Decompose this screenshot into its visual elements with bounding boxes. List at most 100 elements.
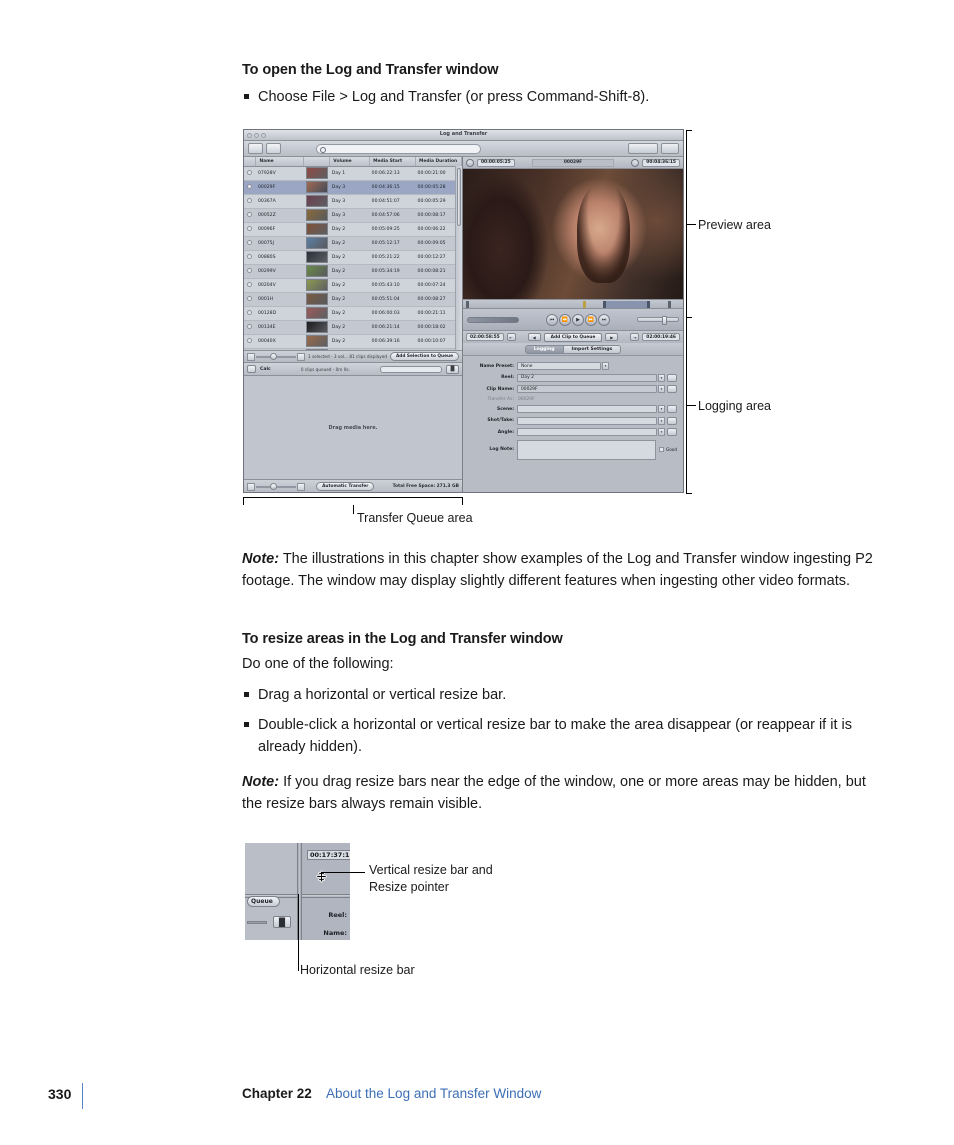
row-checkbox[interactable] bbox=[244, 236, 256, 251]
chevron-down-icon[interactable]: ▾ bbox=[602, 362, 609, 370]
col-media-duration[interactable]: Media Duration bbox=[415, 157, 462, 167]
field-input[interactable]: 00029F bbox=[517, 385, 657, 393]
table-row[interactable]: 07928V Day 1 00:06:22:13 00:00:21:00 bbox=[244, 166, 462, 181]
good-checkbox[interactable] bbox=[658, 447, 664, 452]
col-name[interactable]: Name bbox=[255, 157, 305, 167]
field-action-button[interactable] bbox=[667, 428, 677, 436]
col-volume[interactable]: Volume bbox=[329, 157, 371, 167]
import-icon[interactable] bbox=[248, 143, 263, 154]
row-checkbox[interactable] bbox=[244, 180, 256, 195]
view-mode-segmented[interactable] bbox=[628, 143, 658, 154]
row-checkbox[interactable] bbox=[244, 194, 256, 209]
table-row[interactable]: 00204V Day 2 00:05:43:10 00:00:07:24 bbox=[244, 278, 462, 293]
in-point-timecode[interactable]: 02:00:58:55 bbox=[466, 333, 504, 341]
browser-scrollbar[interactable] bbox=[455, 166, 462, 350]
col-media-start[interactable]: Media Start bbox=[369, 157, 417, 167]
previous-edit-icon[interactable]: ⏮ bbox=[546, 313, 558, 326]
row-checkbox[interactable] bbox=[244, 264, 256, 279]
table-row[interactable]: 00029F Day 3 00:04:36:15 00:00:05:28 bbox=[244, 180, 462, 195]
list-item: Double-click a horizontal or vertical re… bbox=[242, 714, 890, 758]
row-checkbox[interactable] bbox=[244, 320, 256, 335]
eject-icon[interactable] bbox=[266, 143, 281, 154]
row-checkbox[interactable] bbox=[244, 166, 256, 181]
thumbnail-size-slider[interactable] bbox=[247, 352, 305, 361]
table-row[interactable]: 00153ADay 200:06:49:2300:00:04:13 bbox=[244, 348, 462, 350]
row-checkbox[interactable] bbox=[244, 306, 256, 321]
field-label: Transfer As: bbox=[487, 396, 514, 402]
table-row[interactable]: 00299V Day 2 00:05:34:19 00:00:08:21 bbox=[244, 264, 462, 279]
field-action-button[interactable] bbox=[667, 385, 677, 393]
set-out-icon[interactable]: ⇥ bbox=[630, 333, 640, 341]
row-thumbnail bbox=[303, 334, 330, 349]
out-point-timecode[interactable]: 02:00:19:46 bbox=[642, 333, 680, 341]
chevron-down-icon[interactable]: ▾ bbox=[658, 428, 665, 436]
field-input[interactable] bbox=[517, 428, 657, 436]
add-selection-to-queue-button[interactable]: Add Selection to Queue bbox=[389, 352, 459, 361]
queue-disclosure-icon[interactable] bbox=[247, 365, 256, 373]
table-row[interactable]: 00052Z Day 3 00:04:57:06 00:00:08:17 bbox=[244, 208, 462, 223]
detail-progress-slider[interactable] bbox=[247, 921, 267, 924]
field-label: Reel: bbox=[501, 375, 514, 380]
table-row[interactable]: 00880S Day 2 00:05:21:22 00:00:12:27 bbox=[244, 250, 462, 265]
table-row[interactable]: 00128D Day 2 00:06:00:03 00:00:21:11 bbox=[244, 306, 462, 321]
horizontal-resize-bar-right[interactable] bbox=[302, 894, 350, 898]
mark-out-icon[interactable]: ▶ bbox=[605, 333, 619, 341]
row-checkbox[interactable] bbox=[244, 222, 256, 237]
add-clip-to-queue-button[interactable]: Add Clip to Queue bbox=[543, 332, 603, 342]
row-checkbox[interactable] bbox=[244, 292, 256, 307]
field-action-button[interactable] bbox=[667, 373, 677, 382]
table-row[interactable]: 00096F Day 2 00:05:09:25 00:00:06:22 bbox=[244, 222, 462, 237]
chevron-down-icon[interactable]: ▾ bbox=[658, 385, 665, 393]
rewind-icon[interactable]: ⏪ bbox=[559, 313, 571, 326]
footer-chapter-title[interactable]: About the Log and Transfer Window bbox=[326, 1086, 541, 1101]
table-row[interactable]: 00367A Day 3 00:04:51:07 00:00:05:29 bbox=[244, 194, 462, 209]
row-checkbox[interactable] bbox=[244, 250, 256, 265]
row-checkbox[interactable] bbox=[244, 348, 256, 350]
pause-icon[interactable]: ▐▌ bbox=[273, 916, 291, 928]
row-checkbox[interactable] bbox=[244, 208, 256, 223]
set-in-icon[interactable]: ⇤ bbox=[506, 333, 516, 341]
play-icon[interactable]: ▶ bbox=[572, 313, 584, 326]
fast-forward-icon[interactable]: ⏩ bbox=[585, 313, 597, 326]
field-action-button[interactable] bbox=[667, 416, 677, 425]
detail-reel-label: Reel: bbox=[328, 911, 347, 919]
field-input[interactable]: Day 2 bbox=[517, 373, 657, 382]
log-note-textarea[interactable] bbox=[517, 439, 656, 460]
row-checkbox[interactable] bbox=[244, 334, 256, 349]
row-checkbox[interactable] bbox=[244, 278, 256, 293]
field-action-button[interactable] bbox=[667, 405, 677, 413]
gear-icon[interactable] bbox=[661, 143, 679, 154]
duration-timecode-field[interactable]: 00:04:36:15 bbox=[642, 158, 680, 167]
in-point-icon[interactable] bbox=[466, 158, 474, 167]
out-point-icon[interactable] bbox=[631, 158, 640, 167]
automatic-transfer-button[interactable]: Automatic Transfer bbox=[316, 482, 375, 491]
queue-drop-zone[interactable]: Drag media here. bbox=[244, 376, 462, 479]
table-row[interactable]: 00134E Day 2 00:06:21:14 00:00:18:02 bbox=[244, 320, 462, 335]
detail-queue-button[interactable]: Queue bbox=[247, 896, 280, 907]
mark-in-icon[interactable]: ◀ bbox=[527, 333, 541, 341]
table-row[interactable]: 00040X Day 2 00:06:39:16 00:00:10:07 bbox=[244, 334, 462, 349]
clip-browser[interactable]: Name Volume Media Start Media Duration 0… bbox=[244, 157, 462, 350]
good-checkbox-group[interactable]: Good bbox=[658, 447, 677, 452]
chevron-down-icon[interactable]: ▾ bbox=[658, 373, 665, 382]
field-input[interactable]: None bbox=[517, 362, 601, 370]
field-input[interactable] bbox=[517, 405, 657, 413]
chevron-down-icon[interactable]: ▾ bbox=[658, 405, 665, 413]
table-row[interactable]: 00075J Day 2 00:05:12:17 00:00:09:05 bbox=[244, 236, 462, 251]
col-check[interactable] bbox=[244, 157, 257, 167]
detail-timecode-field[interactable]: 00:17:37:1 bbox=[307, 850, 350, 860]
volume-slider[interactable] bbox=[637, 316, 679, 325]
queue-size-slider[interactable] bbox=[247, 482, 305, 491]
tab-logging[interactable]: Logging bbox=[524, 344, 564, 354]
chevron-down-icon[interactable]: ▾ bbox=[658, 416, 665, 425]
table-row[interactable]: 0001H Day 2 00:05:51:04 00:00:08:27 bbox=[244, 292, 462, 307]
pause-icon[interactable]: ▐▌ bbox=[446, 364, 459, 374]
current-timecode-field[interactable]: 00:00:05:25 bbox=[477, 158, 515, 167]
next-edit-icon[interactable]: ⏭ bbox=[598, 313, 610, 326]
preview-scrubber-track[interactable] bbox=[463, 299, 683, 308]
video-preview[interactable] bbox=[463, 169, 683, 299]
shuttle-control[interactable] bbox=[467, 316, 519, 323]
search-input[interactable] bbox=[316, 143, 481, 154]
tab-import-settings[interactable]: Import Settings bbox=[563, 344, 622, 354]
field-input[interactable] bbox=[517, 416, 657, 425]
